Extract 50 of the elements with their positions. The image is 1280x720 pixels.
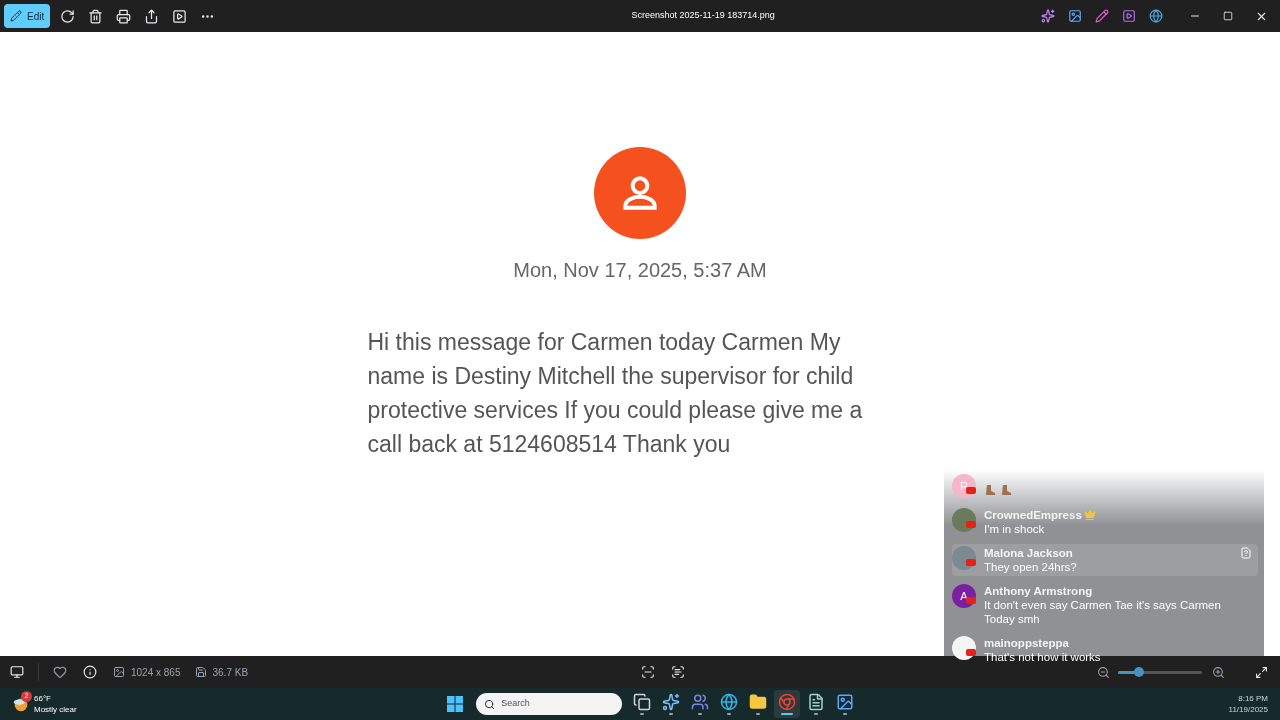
- dimensions-icon: [113, 666, 125, 678]
- chat-username: Malona Jackson: [984, 546, 1073, 560]
- file-size: 36.7 KB: [212, 665, 249, 680]
- search-field[interactable]: Search: [476, 693, 623, 715]
- video-badge-icon: [966, 559, 976, 566]
- video-badge-icon: [966, 487, 976, 494]
- chat-message: They open 24hrs?: [984, 560, 1078, 574]
- zoom-out-icon[interactable]: [1097, 665, 1110, 679]
- chat-username: mainoppsteppa: [984, 636, 1069, 650]
- clock-date: 11/19/2025: [1228, 704, 1268, 715]
- chat-username: Anthony Armstrong: [984, 584, 1093, 598]
- print-icon[interactable]: [116, 8, 132, 24]
- chat-message: That's not how it works: [984, 650, 1102, 664]
- zoom-slider[interactable]: [1118, 670, 1202, 674]
- chat-username: CrownedEmpress: [984, 508, 1082, 522]
- chat-message: I'm in shock: [984, 522, 1046, 536]
- video-badge-icon: [966, 649, 976, 656]
- zoom-in-icon[interactable]: [1212, 665, 1225, 679]
- info-icon[interactable]: [83, 665, 97, 679]
- share-icon[interactable]: [144, 8, 160, 24]
- video-badge-icon: [966, 597, 976, 604]
- boot-icon: [984, 484, 996, 496]
- pen-icon[interactable]: [1095, 9, 1109, 23]
- start-icon[interactable]: [447, 696, 464, 712]
- window-title: Screenshot 2025-11-19 183714.png: [631, 9, 775, 23]
- search-icon: [484, 698, 496, 710]
- message-date: Mon, Nov 17, 2025, 5:37 AM: [513, 258, 767, 283]
- weather-condition: Mostly clear: [34, 704, 77, 715]
- scan-icon[interactable]: [641, 665, 656, 679]
- picture-icon[interactable]: [1068, 9, 1082, 23]
- favorite-icon[interactable]: [53, 665, 67, 679]
- message-text: Hi this message for Carmen today Carmen My name is Destiny Mitchell the supervisor for child protective services If you could please give me a call back at 5124608514 Thank you: [367, 328, 864, 459]
- video-icon[interactable]: [1122, 9, 1136, 23]
- chat-message: It don't even say Carmen Tae it's says Carmen Today smh: [984, 598, 1222, 626]
- delete-icon[interactable]: [88, 8, 104, 24]
- edit-icon: [10, 10, 22, 22]
- text-scan-icon[interactable]: [671, 665, 686, 679]
- maximize-icon[interactable]: [1223, 11, 1233, 21]
- image-dimensions: 1024 x 865: [131, 665, 181, 680]
- file-size-icon: [194, 666, 207, 678]
- edit-button[interactable]: Edit: [4, 4, 51, 28]
- weather-temperature: 66°F: [34, 693, 52, 704]
- slideshow-icon[interactable]: [172, 8, 188, 24]
- video-badge-icon: [966, 521, 976, 528]
- crown-icon: [1083, 509, 1096, 521]
- clock-time: 8:16 PM: [1238, 693, 1268, 704]
- boot-icon: [1000, 484, 1012, 496]
- fullscreen-icon[interactable]: [1255, 665, 1268, 679]
- sparkle-icon[interactable]: [1041, 9, 1055, 23]
- rotate-icon[interactable]: [60, 8, 76, 24]
